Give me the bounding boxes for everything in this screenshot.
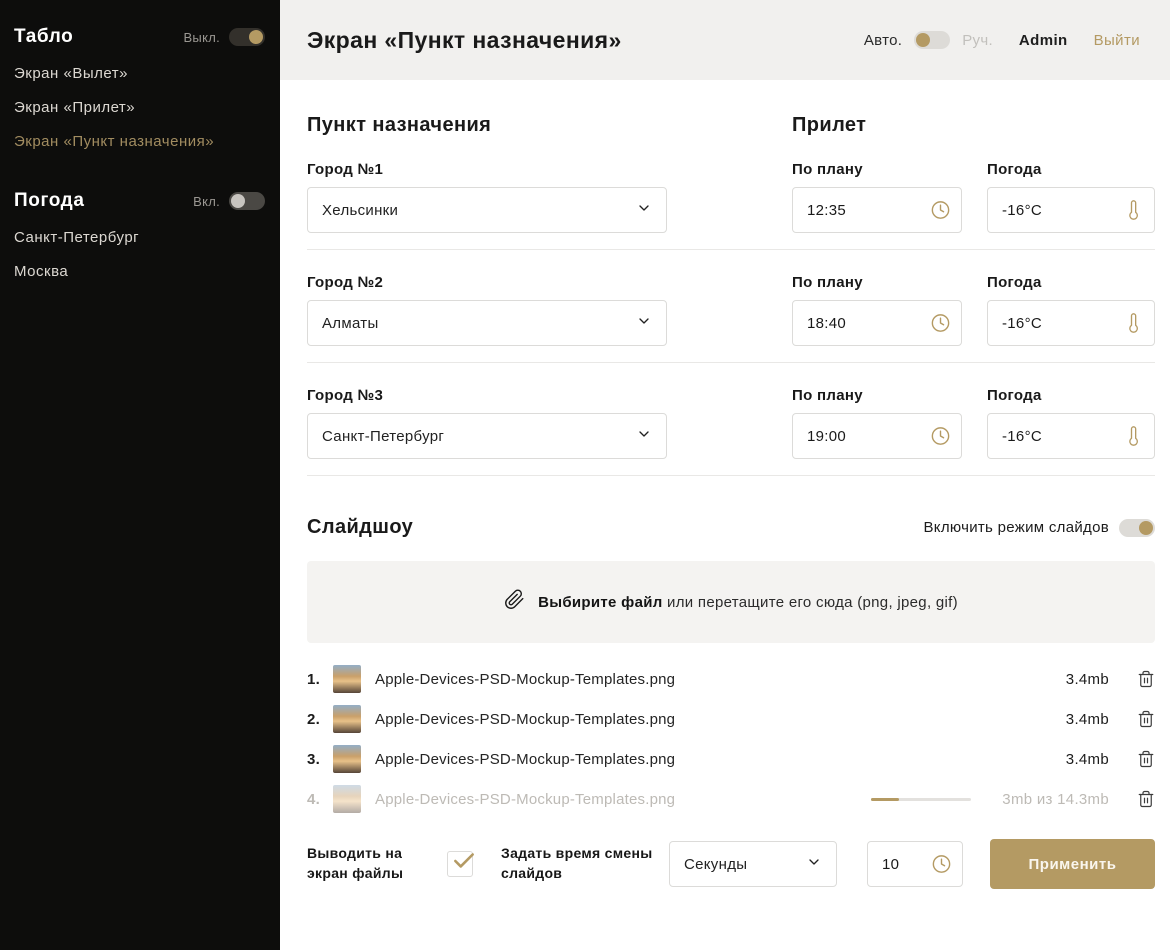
city-3-value: Санкт-Петербург	[322, 428, 444, 445]
weather-toggle-label: Вкл.	[193, 194, 220, 209]
weather-toggle[interactable]	[229, 192, 265, 210]
trash-icon[interactable]	[1137, 710, 1155, 728]
destination-row: Город №2 Алматы По плану Погода	[307, 274, 1155, 363]
check-icon	[451, 848, 477, 874]
file-name: Apple-Devices-PSD-Mockup-Templates.png	[375, 751, 997, 768]
mode-switch-group: Авто. Руч.	[864, 31, 993, 49]
apply-button[interactable]: Применить	[990, 839, 1155, 889]
file-row: 3. Apple-Devices-PSD-Mockup-Templates.pn…	[307, 739, 1155, 779]
board-toggle-label: Выкл.	[183, 30, 220, 45]
sidebar-item-moscow[interactable]: Москва	[14, 263, 265, 280]
city-3-label: Город №3	[307, 387, 792, 404]
board-toggle[interactable]	[229, 28, 265, 46]
sidebar-section-title-weather: Погода	[14, 190, 85, 212]
page-title: Экран «Пункт назначения»	[307, 27, 622, 54]
file-name: Apple-Devices-PSD-Mockup-Templates.png	[375, 791, 871, 808]
content: Пункт назначения Прилет Город №1 Хельсин…	[280, 80, 1170, 950]
file-upload-dropzone[interactable]: Выбирите файл или перетащите его сюда (p…	[307, 561, 1155, 643]
interval-unit-value: Секунды	[684, 856, 747, 873]
city-1-label: Город №1	[307, 161, 792, 178]
destination-row: Город №3 Санкт-Петербург По плану Погода	[307, 387, 1155, 476]
sidebar-item-spb[interactable]: Санкт-Петербург	[14, 229, 265, 246]
file-name: Apple-Devices-PSD-Mockup-Templates.png	[375, 671, 997, 688]
file-thumbnail	[333, 705, 361, 733]
file-list: 1. Apple-Devices-PSD-Mockup-Templates.pn…	[307, 659, 1155, 819]
sidebar-item-arrival-screen[interactable]: Экран «Прилет»	[14, 99, 265, 116]
file-index: 3.	[307, 751, 331, 768]
mode-auto-label: Авто.	[864, 32, 902, 49]
upload-link-text[interactable]: Выбирите файл	[538, 594, 663, 611]
app-window: Табло Выкл. Экран «Вылет» Экран «Прилет»…	[0, 0, 1170, 950]
sidebar-section-board: Табло Выкл. Экран «Вылет» Экран «Прилет»…	[14, 26, 265, 150]
city-2-select[interactable]: Алматы	[307, 300, 667, 346]
thermometer-icon	[1124, 313, 1144, 333]
slideshow-controls: Выводить на экран файлы Задать время сме…	[307, 839, 1155, 889]
sidebar-section-title-board: Табло	[14, 26, 73, 48]
file-index: 2.	[307, 711, 331, 728]
file-row-uploading: 4. Apple-Devices-PSD-Mockup-Templates.pn…	[307, 779, 1155, 819]
main-area: Экран «Пункт назначения» Авто. Руч. Admi…	[280, 0, 1170, 950]
file-index: 4.	[307, 791, 331, 808]
file-thumbnail	[333, 785, 361, 813]
mode-manual-label: Руч.	[962, 32, 993, 49]
sidebar: Табло Выкл. Экран «Вылет» Экран «Прилет»…	[0, 0, 280, 950]
thermometer-icon	[1124, 200, 1144, 220]
city-1-select[interactable]: Хельсинки	[307, 187, 667, 233]
city-3-select[interactable]: Санкт-Петербург	[307, 413, 667, 459]
file-upload-size: 3mb из 14.3mb	[997, 791, 1109, 808]
weather-1-label: Погода	[987, 161, 1155, 178]
sidebar-item-destination-screen[interactable]: Экран «Пункт назначения»	[14, 133, 265, 150]
file-name: Apple-Devices-PSD-Mockup-Templates.png	[375, 711, 997, 728]
file-size: 3.4mb	[997, 671, 1109, 688]
clock-icon	[931, 854, 952, 875]
file-size: 3.4mb	[997, 751, 1109, 768]
slide-interval-label: Задать время смены слайдов	[501, 844, 661, 883]
clock-icon	[930, 200, 951, 221]
city-2-label: Город №2	[307, 274, 792, 291]
auto-manual-toggle[interactable]	[914, 31, 950, 49]
destination-section-title: Пункт назначения	[307, 114, 792, 137]
slideshow-mode-toggle[interactable]	[1119, 519, 1155, 537]
upload-progress-bar	[871, 798, 971, 801]
chevron-down-icon	[636, 313, 652, 333]
interval-unit-select[interactable]: Секунды	[669, 841, 837, 887]
chevron-down-icon	[636, 426, 652, 446]
arrival-section-title: Прилет	[792, 114, 987, 137]
chevron-down-icon	[806, 854, 822, 874]
city-2-value: Алматы	[322, 315, 379, 332]
thermometer-icon	[1124, 426, 1144, 446]
top-bar: Экран «Пункт назначения» Авто. Руч. Admi…	[280, 0, 1170, 80]
upload-hint-text: или перетащите его сюда (png, jpeg, gif)	[663, 594, 958, 611]
weather-2-label: Погода	[987, 274, 1155, 291]
display-files-label: Выводить на экран файлы	[307, 844, 425, 883]
logout-link[interactable]: Выйти	[1094, 32, 1140, 49]
slideshow-section-title: Слайдшоу	[307, 516, 413, 539]
sidebar-section-weather: Погода Вкл. Санкт-Петербург Москва	[14, 190, 265, 280]
file-size: 3.4mb	[997, 711, 1109, 728]
file-thumbnail	[333, 665, 361, 693]
file-row: 2. Apple-Devices-PSD-Mockup-Templates.pn…	[307, 699, 1155, 739]
file-thumbnail	[333, 745, 361, 773]
weather-3-label: Погода	[987, 387, 1155, 404]
destination-row: Город №1 Хельсинки По плану Погода	[307, 161, 1155, 250]
sidebar-item-departure-screen[interactable]: Экран «Вылет»	[14, 65, 265, 82]
trash-icon[interactable]	[1137, 790, 1155, 808]
plan-2-label: По плану	[792, 274, 987, 291]
trash-icon[interactable]	[1137, 670, 1155, 688]
display-files-checkbox[interactable]	[447, 851, 473, 877]
trash-icon[interactable]	[1137, 750, 1155, 768]
user-name: Admin	[1019, 32, 1068, 49]
paperclip-icon	[504, 589, 525, 615]
plan-1-label: По плану	[792, 161, 987, 178]
slideshow-toggle-label: Включить режим слайдов	[923, 519, 1109, 536]
city-1-value: Хельсинки	[322, 202, 398, 219]
clock-icon	[930, 313, 951, 334]
file-index: 1.	[307, 671, 331, 688]
clock-icon	[930, 426, 951, 447]
plan-3-label: По плану	[792, 387, 987, 404]
chevron-down-icon	[636, 200, 652, 220]
file-row: 1. Apple-Devices-PSD-Mockup-Templates.pn…	[307, 659, 1155, 699]
